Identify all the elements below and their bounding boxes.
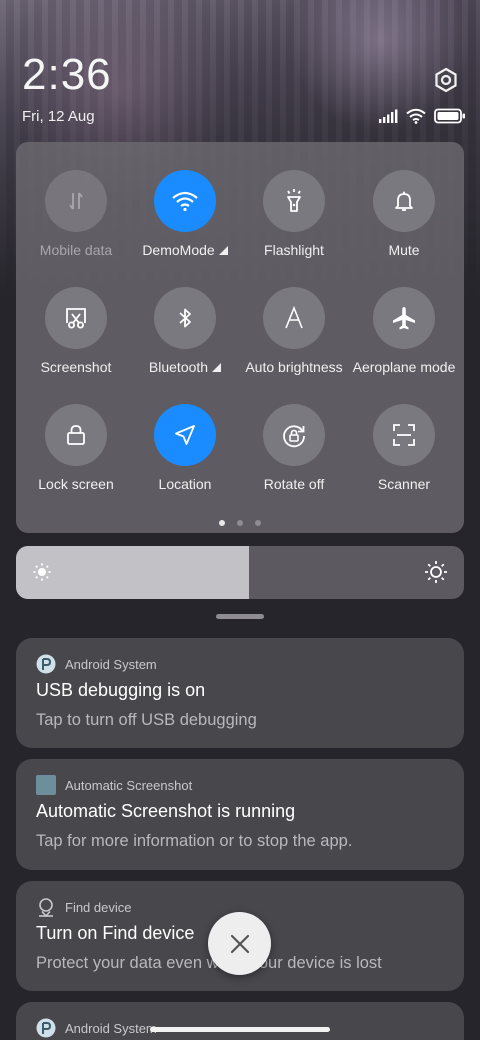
- gesture-navigation-bar[interactable]: [150, 1027, 330, 1032]
- tile-mute[interactable]: Mute: [349, 170, 459, 258]
- tile-menu-indicator-icon[interactable]: [218, 246, 228, 255]
- page-dot: [255, 520, 261, 526]
- wifi-icon: [406, 108, 426, 124]
- mobile-data-icon: [69, 192, 83, 210]
- tile-screenshot-button[interactable]: [45, 287, 107, 349]
- signal-icon: [379, 109, 398, 123]
- tile-mobile-data-button[interactable]: [45, 170, 107, 232]
- notification-app-name: Android System: [65, 656, 157, 672]
- find-device-icon: [39, 898, 53, 917]
- page-dot: [237, 520, 243, 526]
- notification-header: Find device: [36, 897, 131, 917]
- airplane-icon: [393, 307, 415, 330]
- flashlight-icon: [287, 189, 301, 212]
- notification-body: Protect your data even when your device …: [36, 954, 382, 972]
- notification-header: Android System: [36, 1018, 157, 1038]
- clock[interactable]: 2:36: [22, 50, 112, 100]
- tile-screenshot[interactable]: Screenshot: [21, 287, 131, 375]
- drag-handle[interactable]: [216, 614, 264, 619]
- date[interactable]: Fri, 12 Aug: [22, 108, 95, 125]
- notification-title: USB debugging is on: [36, 680, 206, 700]
- tile-label: Mobile data: [39, 242, 113, 258]
- tile-auto-brightness-button[interactable]: [263, 287, 325, 349]
- quick-settings-panel: Mobile data DemoMode Flashlight Mute Scr…: [16, 142, 464, 533]
- tile-lock-screen-button[interactable]: [45, 404, 107, 466]
- brightness-high-icon: [425, 561, 447, 583]
- tile-label: Lock screen: [38, 476, 114, 492]
- tile-menu-indicator-icon[interactable]: [212, 363, 222, 372]
- notification-app-name: Android System: [65, 1020, 157, 1036]
- android-system-icon: [36, 654, 56, 674]
- notification-body: Tap for more information or to stop the …: [36, 832, 353, 850]
- notification-title: Turn on Find device: [36, 923, 195, 943]
- notification-header: Android System: [36, 654, 157, 674]
- tile-label: Flashlight: [264, 242, 324, 258]
- bell-icon: [395, 191, 413, 211]
- tile-aeroplane-mode[interactable]: Aeroplane mode: [349, 287, 459, 375]
- tile-location[interactable]: Location: [130, 404, 240, 492]
- notification-header: Automatic Screenshot: [36, 775, 192, 795]
- location-icon: [175, 425, 195, 445]
- tile-label: Scanner: [377, 476, 431, 492]
- tile-label: Screenshot: [40, 359, 112, 375]
- tile-mute-button[interactable]: [373, 170, 435, 232]
- bluetooth-icon: [179, 308, 191, 328]
- notification-usb-debugging[interactable]: Android System USB debugging is on Tap t…: [16, 638, 464, 748]
- scanner-icon: [393, 424, 415, 446]
- android-system-icon: [36, 1018, 56, 1038]
- lock-icon: [67, 425, 85, 445]
- tile-flashlight[interactable]: Flashlight: [239, 170, 349, 258]
- app-square-icon: [36, 775, 56, 795]
- tile-wifi-demomode[interactable]: DemoMode: [130, 170, 240, 258]
- tile-label: DemoMode: [142, 242, 215, 258]
- tile-label: Mute: [388, 242, 420, 258]
- tile-bluetooth-button[interactable]: [154, 287, 216, 349]
- settings-icon: [435, 67, 457, 93]
- tile-scanner-button[interactable]: [373, 404, 435, 466]
- status-area: 2:36 Fri, 12 Aug: [0, 0, 480, 140]
- battery-icon: [434, 108, 465, 124]
- wifi-icon: [172, 191, 198, 212]
- tile-label: Auto brightness: [245, 359, 343, 375]
- tile-bluetooth[interactable]: Bluetooth: [130, 287, 240, 375]
- notification-android-system[interactable]: Android System: [16, 1002, 464, 1040]
- tile-flashlight-button[interactable]: [263, 170, 325, 232]
- tile-label: Location: [158, 476, 212, 492]
- brightness-slider[interactable]: [16, 546, 464, 599]
- tile-lock-screen[interactable]: Lock screen: [21, 404, 131, 492]
- tile-auto-brightness[interactable]: Auto brightness: [239, 287, 349, 375]
- tile-label: Aeroplane mode: [352, 359, 456, 375]
- tile-rotate-button[interactable]: [263, 404, 325, 466]
- notification-body: Tap to turn off USB debugging: [36, 711, 257, 729]
- tile-wifi-button[interactable]: [154, 170, 216, 232]
- settings-button[interactable]: [432, 66, 460, 94]
- tile-rotate-off[interactable]: Rotate off: [239, 404, 349, 492]
- system-status-icons: [378, 108, 466, 124]
- tile-label: Rotate off: [263, 476, 325, 492]
- page-indicator: [16, 520, 464, 526]
- auto-brightness-icon: [285, 306, 303, 329]
- rotate-lock-icon: [283, 425, 305, 448]
- tile-scanner[interactable]: Scanner: [349, 404, 459, 492]
- notification-app-name: Automatic Screenshot: [65, 777, 193, 793]
- clear-notifications-button[interactable]: [208, 912, 271, 975]
- tile-mobile-data[interactable]: Mobile data: [21, 170, 131, 258]
- tile-aeroplane-button[interactable]: [373, 287, 435, 349]
- page-dot-active: [219, 520, 225, 526]
- tile-label: Bluetooth: [148, 359, 209, 375]
- screenshot-icon: [66, 308, 86, 329]
- notification-title: Automatic Screenshot is running: [36, 801, 296, 821]
- notification-app-name: Find device: [65, 899, 132, 915]
- brightness-low-icon: [33, 563, 51, 581]
- close-icon: [230, 934, 249, 953]
- notification-automatic-screenshot[interactable]: Automatic Screenshot Automatic Screensho…: [16, 759, 464, 870]
- tile-location-button[interactable]: [154, 404, 216, 466]
